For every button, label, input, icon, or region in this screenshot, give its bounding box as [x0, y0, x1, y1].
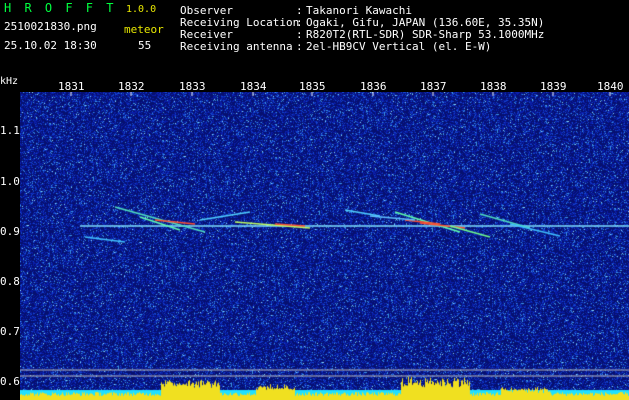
app-version: 1.0.0	[126, 4, 157, 15]
spectrogram	[20, 92, 629, 400]
freq-tick-label: 0.6	[0, 375, 20, 388]
app-title: H R O F F T	[4, 1, 117, 15]
timestamp: 25.10.02 18:30	[4, 39, 97, 52]
header-panel: H R O F F T 1.0.0 2510021830.png meteor …	[0, 0, 629, 75]
antenna-label: Receiving antenna	[180, 40, 293, 53]
antenna-value: 2el-HB9CV Vertical (el. E-W)	[306, 40, 492, 53]
freq-unit-label: kHz	[0, 76, 19, 87]
freq-tick-label: 1.0	[0, 175, 20, 188]
freq-tick-label: 0.7	[0, 325, 20, 338]
meteor-label: meteor	[124, 23, 164, 36]
filename: 2510021830.png	[4, 20, 97, 33]
antenna-sep: :	[296, 40, 303, 53]
freq-tick-label: 0.9	[0, 225, 20, 238]
freq-tick-label: 0.8	[0, 275, 20, 288]
freq-tick-label: 1.1	[0, 124, 20, 137]
meteor-count: 55	[138, 39, 152, 52]
